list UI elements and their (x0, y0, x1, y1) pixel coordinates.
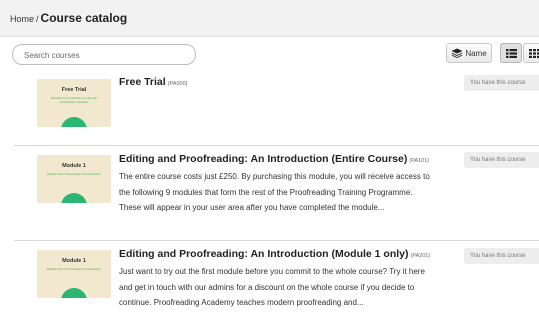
course-thumbnail[interactable]: Module 1 Editing and Proofreading An Int… (37, 250, 111, 298)
course-title: Editing and Proofreading: An Introductio… (119, 248, 409, 260)
you-have-this-course-button[interactable]: You have this course (464, 248, 539, 264)
thumbnail-subtitle: Extracted from Module 1 Grammar Punctuat… (50, 96, 98, 104)
course-description: The entire course costs just £250. By pu… (119, 172, 430, 212)
course-thumbnail[interactable]: Free Trial Extracted from Module 1 Gramm… (37, 79, 111, 127)
thumbnail-subtitle: Editing and Proofreading An Introduction (47, 267, 101, 271)
course-code: (PA000) (167, 81, 188, 87)
divider (14, 240, 539, 241)
page-title: Course catalog (40, 11, 128, 25)
breadcrumb: Home / Course catalog (10, 11, 127, 25)
course-title: Editing and Proofreading: An Introductio… (119, 153, 408, 165)
list-icon (505, 48, 517, 58)
stack-icon (451, 48, 463, 58)
course-code: (PA201) (410, 253, 431, 259)
search-input[interactable] (22, 46, 186, 65)
divider (14, 145, 539, 146)
course-code: (PA101) (409, 158, 430, 164)
thumbnail-title: Module 1 (62, 163, 86, 169)
course-title-link[interactable]: Editing and Proofreading: An Introductio… (119, 153, 429, 165)
grid-icon (528, 48, 539, 58)
sort-label: Name (465, 48, 487, 58)
breadcrumb-home-link[interactable]: Home (10, 14, 34, 24)
thumbnail-green-circle (61, 193, 87, 203)
course-title-link[interactable]: Editing and Proofreading: An Introductio… (119, 248, 430, 260)
course-description: Just want to try out the first module be… (119, 267, 425, 307)
thumbnail-green-circle (61, 288, 87, 298)
thumbnail-subtitle: Editing and Proofreading An Introduction (47, 172, 101, 176)
list-view-button[interactable] (500, 43, 522, 63)
you-have-this-course-button[interactable]: You have this course (464, 152, 539, 168)
course-thumbnail[interactable]: Module 1 Editing and Proofreading An Int… (37, 155, 111, 203)
grid-view-button[interactable] (523, 43, 539, 63)
breadcrumb-separator: / (36, 14, 39, 24)
thumbnail-green-circle (61, 117, 87, 127)
page-header: Home / Course catalog (0, 0, 539, 37)
course-title-link[interactable]: Free Trial (PA000) (119, 76, 187, 88)
search-box (12, 44, 196, 65)
you-have-this-course-button[interactable]: You have this course (464, 75, 539, 91)
course-title: Free Trial (119, 76, 166, 88)
sort-by-name-button[interactable]: Name (446, 43, 492, 63)
thumbnail-title: Module 1 (62, 258, 86, 264)
thumbnail-title: Free Trial (61, 87, 87, 93)
